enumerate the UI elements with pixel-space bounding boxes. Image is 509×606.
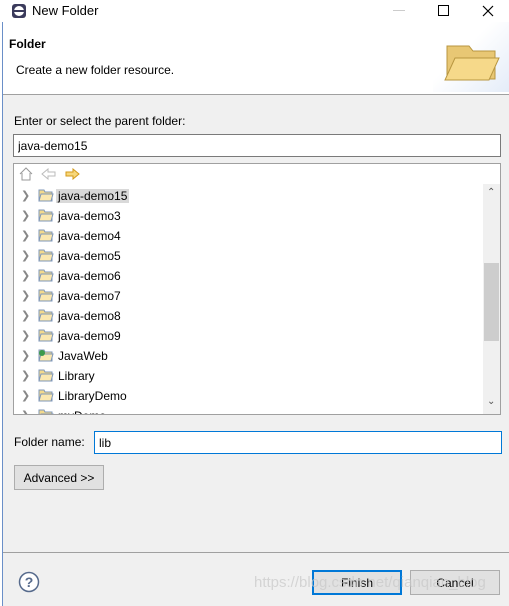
project-folder-icon bbox=[38, 209, 54, 222]
project-folder-icon bbox=[38, 189, 54, 202]
expand-chevron-icon[interactable]: ❯ bbox=[21, 269, 30, 282]
window-title: New Folder bbox=[32, 3, 99, 18]
close-icon[interactable] bbox=[482, 5, 494, 17]
forward-icon[interactable] bbox=[64, 168, 80, 180]
tree-item[interactable]: ❯ myDemo bbox=[14, 406, 482, 414]
expand-chevron-icon[interactable]: ❯ bbox=[21, 389, 30, 402]
project-folder-icon bbox=[38, 269, 54, 282]
tree-item-label: java-demo7 bbox=[58, 289, 121, 303]
expand-chevron-icon[interactable]: ❯ bbox=[21, 289, 30, 302]
tree-item-label: java-demo9 bbox=[58, 329, 121, 343]
project-folder-icon bbox=[38, 329, 54, 342]
tree-item[interactable]: ❯ java-demo7 bbox=[14, 286, 482, 306]
wizard-header: Folder Create a new folder resource. bbox=[3, 22, 509, 95]
tree-item-label: myDemo bbox=[58, 409, 106, 414]
tree-item-label: java-demo4 bbox=[58, 229, 121, 243]
tree-item-label: Library bbox=[58, 369, 95, 383]
expand-chevron-icon[interactable]: ❯ bbox=[21, 329, 30, 342]
web-project-icon bbox=[38, 349, 54, 362]
folder-tree: ❯ java-demo15 ❯ java-demo3 ❯ java-demo4 ❯ j… bbox=[13, 163, 501, 415]
expand-chevron-icon[interactable]: ❯ bbox=[21, 349, 30, 362]
minimize-icon[interactable] bbox=[393, 10, 405, 11]
title-bar: New Folder bbox=[0, 0, 509, 22]
tree-item-label: java-demo8 bbox=[58, 309, 121, 323]
back-icon[interactable] bbox=[41, 168, 57, 180]
tree-item[interactable]: ❯ java-demo5 bbox=[14, 246, 482, 266]
expand-chevron-icon[interactable]: ❯ bbox=[21, 369, 30, 382]
svg-text:?: ? bbox=[25, 574, 34, 590]
tree-item[interactable]: ❯ java-demo9 bbox=[14, 326, 482, 346]
tree-item[interactable]: ❯ java-demo15 bbox=[14, 186, 482, 206]
expand-chevron-icon[interactable]: ❯ bbox=[21, 309, 30, 322]
tree-item-label: java-demo6 bbox=[58, 269, 121, 283]
tree-item-label: LibraryDemo bbox=[58, 389, 127, 403]
project-folder-icon bbox=[38, 389, 54, 402]
parent-folder-input[interactable] bbox=[13, 134, 501, 157]
finish-button[interactable]: Finish bbox=[312, 570, 402, 595]
page-description: Create a new folder resource. bbox=[16, 63, 175, 77]
tree-item-label: java-demo3 bbox=[58, 209, 121, 223]
eclipse-app-icon bbox=[12, 4, 26, 18]
tree-item[interactable]: ❯ java-demo6 bbox=[14, 266, 482, 286]
tree-item[interactable]: ❯ java-demo3 bbox=[14, 206, 482, 226]
expand-chevron-icon[interactable]: ❯ bbox=[21, 189, 30, 202]
expand-chevron-icon[interactable]: ❯ bbox=[21, 229, 30, 242]
advanced-button[interactable]: Advanced >> bbox=[14, 465, 104, 490]
maximize-icon[interactable] bbox=[438, 5, 449, 16]
expand-chevron-icon[interactable]: ❯ bbox=[21, 209, 30, 222]
folder-wizard-icon bbox=[444, 45, 500, 81]
project-folder-icon bbox=[38, 289, 54, 302]
page-title: Folder bbox=[9, 37, 46, 51]
tree-item[interactable]: ❯ java-demo8 bbox=[14, 306, 482, 326]
project-folder-icon bbox=[38, 309, 54, 322]
tree-item[interactable]: ❯ java-demo4 bbox=[14, 226, 482, 246]
parent-folder-label: Enter or select the parent folder: bbox=[14, 114, 186, 128]
window-edge bbox=[0, 22, 3, 606]
help-icon[interactable]: ? bbox=[18, 571, 40, 593]
project-folder-icon bbox=[38, 409, 54, 414]
tree-item-label: JavaWeb bbox=[58, 349, 108, 363]
tree-item[interactable]: ❯ JavaWeb bbox=[14, 346, 482, 366]
tree-item[interactable]: ❯ Library bbox=[14, 366, 482, 386]
tree-item[interactable]: ❯ LibraryDemo bbox=[14, 386, 482, 406]
expand-chevron-icon[interactable]: ❯ bbox=[21, 409, 30, 414]
tree-scrollbar[interactable]: ⌃ ⌄ bbox=[483, 184, 500, 414]
project-folder-icon bbox=[38, 229, 54, 242]
folder-name-label: Folder name: bbox=[14, 435, 85, 449]
scroll-down-icon[interactable]: ⌄ bbox=[487, 396, 495, 407]
scroll-up-icon[interactable]: ⌃ bbox=[487, 187, 495, 198]
tree-item-label: java-demo15 bbox=[56, 189, 130, 203]
cancel-button[interactable]: Cancel bbox=[410, 570, 500, 595]
home-icon[interactable] bbox=[19, 167, 33, 181]
scrollbar-thumb[interactable] bbox=[484, 263, 499, 341]
divider bbox=[3, 552, 509, 553]
tree-item-label: java-demo5 bbox=[58, 249, 121, 263]
project-folder-icon bbox=[38, 369, 54, 382]
folder-name-input[interactable] bbox=[94, 431, 502, 454]
expand-chevron-icon[interactable]: ❯ bbox=[21, 249, 30, 262]
project-folder-icon bbox=[38, 249, 54, 262]
